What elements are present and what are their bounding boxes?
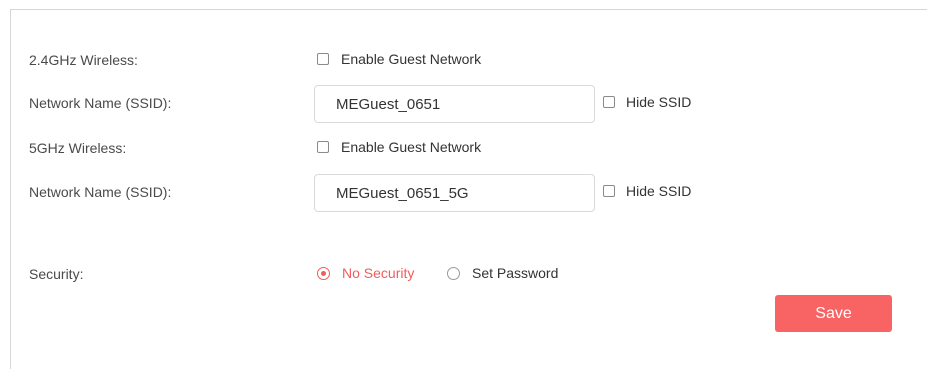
hide-ssid-24-label: Hide SSID (626, 94, 692, 110)
ssid-5-input[interactable] (314, 174, 595, 212)
set-password-label: Set Password (472, 265, 559, 281)
enable-guest-5-option[interactable]: Enable Guest Network (317, 139, 481, 155)
security-option-set-password[interactable]: Set Password (447, 265, 558, 281)
wireless-24-label: 2.4GHz Wireless: (29, 52, 138, 68)
enable-guest-24-checkbox[interactable] (317, 53, 329, 65)
enable-guest-5-label: Enable Guest Network (341, 139, 482, 155)
wireless-5-label: 5GHz Wireless: (29, 140, 127, 156)
hide-ssid-24-option[interactable]: Hide SSID (603, 94, 691, 110)
enable-guest-24-label: Enable Guest Network (341, 51, 482, 67)
hide-ssid-5-option[interactable]: Hide SSID (603, 183, 691, 199)
hide-ssid-5-checkbox[interactable] (603, 185, 615, 197)
save-button[interactable]: Save (775, 295, 892, 332)
ssid-5-label: Network Name (SSID): (29, 184, 172, 200)
no-security-radio[interactable] (317, 266, 330, 280)
no-security-label: No Security (342, 265, 415, 281)
ssid-24-input[interactable] (314, 85, 595, 123)
set-password-radio[interactable] (447, 266, 460, 280)
enable-guest-24-option[interactable]: Enable Guest Network (317, 51, 481, 67)
enable-guest-5-checkbox[interactable] (317, 141, 329, 153)
hide-ssid-5-label: Hide SSID (626, 183, 692, 199)
hide-ssid-24-checkbox[interactable] (603, 96, 615, 108)
security-label: Security: (29, 266, 84, 282)
ssid-24-label: Network Name (SSID): (29, 95, 172, 111)
security-option-no-security[interactable]: No Security (317, 265, 414, 281)
